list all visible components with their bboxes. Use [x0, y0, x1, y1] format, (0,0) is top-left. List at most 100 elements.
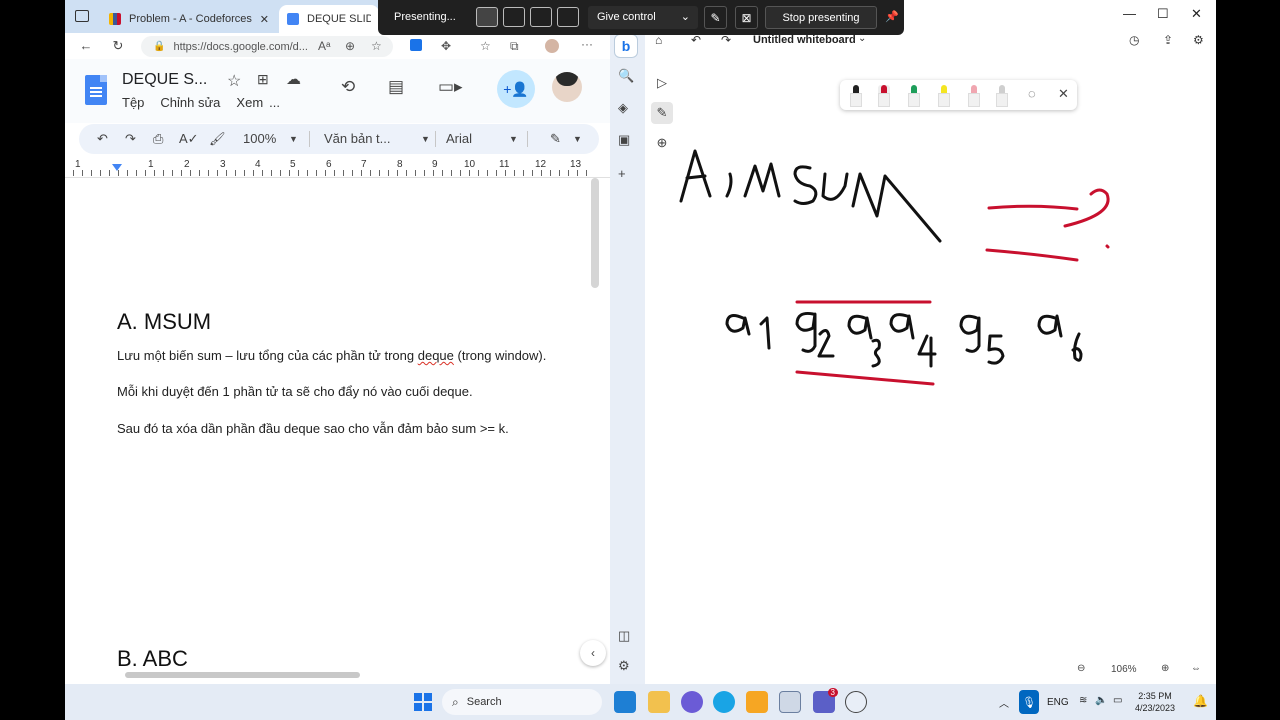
chevron-down-icon[interactable]: ▼	[509, 134, 518, 144]
close-icon[interactable]: ✕	[1191, 6, 1202, 22]
annotate-icon[interactable]: ✎	[704, 6, 727, 29]
redo-icon[interactable]: ↷	[721, 33, 731, 47]
back-icon[interactable]: ←	[75, 38, 97, 53]
microphone-icon[interactable]: 🎙	[1019, 690, 1039, 714]
bing-chat-icon[interactable]: b	[614, 34, 638, 58]
zoom-out-icon[interactable]: ⊖	[1077, 663, 1085, 674]
star-icon[interactable]: ☆	[227, 71, 241, 91]
file-explorer-icon[interactable]	[648, 691, 670, 713]
menu-more[interactable]: ...	[269, 95, 280, 110]
green-pen-icon[interactable]	[908, 85, 920, 107]
give-control-dropdown[interactable]: Give control ⌄	[588, 6, 698, 29]
favorites-icon[interactable]: ☆	[480, 39, 491, 53]
fit-screen-icon[interactable]: ⇔	[1191, 663, 1201, 674]
redo-icon[interactable]: ↷	[125, 131, 136, 147]
red-pen-icon[interactable]	[878, 85, 890, 107]
layout-standout-icon[interactable]	[503, 7, 525, 27]
chevron-down-icon[interactable]: ▼	[573, 134, 582, 144]
clock[interactable]: 2:35 PM 4/23/2023	[1135, 690, 1175, 714]
puzzle-icon[interactable]: ✥	[441, 39, 451, 53]
undo-icon[interactable]: ↶	[691, 33, 701, 47]
comments-icon[interactable]: ▤	[388, 77, 404, 97]
eraser-icon[interactable]	[968, 85, 980, 107]
editing-mode-icon[interactable]: ✎	[550, 131, 561, 147]
stop-presenting-button[interactable]: Stop presenting	[765, 6, 877, 29]
language-indicator[interactable]: ENG	[1047, 697, 1069, 708]
timer-icon[interactable]: ◷	[1129, 33, 1139, 47]
black-pen-icon[interactable]	[850, 85, 862, 107]
visual-studio-icon[interactable]	[681, 691, 703, 713]
yellow-highlighter-icon[interactable]	[938, 85, 950, 107]
undo-icon[interactable]: ↶	[97, 131, 108, 147]
whiteboard-app-icon[interactable]	[779, 691, 801, 713]
docs-logo-icon[interactable]	[85, 75, 107, 105]
vscode-icon[interactable]	[614, 691, 636, 713]
read-aloud-icon[interactable]: Aᵃ	[318, 39, 330, 53]
paint-format-icon[interactable]: 🖌	[209, 131, 226, 147]
menu-file[interactable]: Tệp	[122, 95, 144, 110]
profile-icon[interactable]	[545, 39, 559, 53]
minimize-icon[interactable]: —	[1123, 6, 1136, 21]
style-select[interactable]: Văn bản t...	[324, 131, 391, 146]
vertical-scrollbar[interactable]	[591, 178, 599, 288]
maximize-icon[interactable]: ☐	[1157, 6, 1169, 22]
misspelled-word[interactable]: deque	[418, 348, 454, 363]
chevron-up-icon[interactable]: ︿	[999, 695, 1009, 710]
home-icon[interactable]: ⌂	[655, 33, 662, 47]
add-sidebar-icon[interactable]: +	[618, 166, 626, 181]
ruler-tool-icon[interactable]	[996, 85, 1008, 107]
print-icon[interactable]: ⎙	[153, 131, 163, 147]
settings-icon[interactable]: ⚙	[618, 658, 630, 674]
games-icon[interactable]: ◈	[618, 100, 628, 116]
close-tab-icon[interactable]: ✕	[260, 13, 269, 26]
whiteboard-canvas[interactable]	[645, 56, 1216, 684]
extension-icon[interactable]	[410, 39, 422, 51]
menu-edit[interactable]: Chỉnh sửa	[160, 95, 220, 110]
layout-reporter-icon[interactable]	[557, 7, 579, 27]
collections-icon[interactable]: ⧉	[510, 39, 519, 54]
tab-codeforces[interactable]: Problem - A - Codeforces ✕	[101, 5, 277, 33]
indent-marker[interactable]	[112, 164, 122, 171]
settings-icon[interactable]: ⚙	[1193, 33, 1204, 47]
refresh-icon[interactable]: ↻	[107, 38, 129, 54]
more-icon[interactable]: ···	[581, 37, 593, 51]
zoom-in-icon[interactable]: ⊕	[1161, 663, 1169, 674]
zoom-icon[interactable]: ⊕	[345, 39, 355, 53]
battery-icon[interactable]: ▭	[1113, 695, 1122, 706]
font-select[interactable]: Arial	[446, 131, 472, 146]
share-icon[interactable]: ⇪	[1163, 33, 1173, 47]
chevron-down-icon[interactable]: ▼	[421, 134, 430, 144]
share-button[interactable]: +👤	[497, 70, 535, 108]
document-page[interactable]: A. MSUM Lưu một biến sum – lưu tổng của …	[65, 178, 610, 684]
spellcheck-icon[interactable]: A✓	[179, 131, 199, 147]
chevron-down-icon[interactable]: ▼	[289, 134, 298, 144]
move-folder-icon[interactable]: ⊞	[257, 71, 269, 88]
teams-icon[interactable]: 3	[813, 688, 838, 713]
wifi-icon[interactable]: ≋	[1079, 695, 1087, 706]
search-icon[interactable]: 🔍	[618, 68, 634, 84]
meet-icon[interactable]: ▭▸	[438, 77, 463, 97]
history-icon[interactable]: ⟲	[341, 77, 355, 97]
zoom-select[interactable]: 100%	[243, 131, 276, 146]
app-icon[interactable]	[746, 691, 768, 713]
layout-side-by-side-icon[interactable]	[530, 7, 552, 27]
favorite-icon[interactable]: ☆	[371, 39, 382, 53]
whiteboard-title[interactable]: Untitled whiteboard	[753, 34, 856, 46]
url-field[interactable]: 🔒 https://docs.google.com/d...	[141, 36, 393, 57]
horizontal-scrollbar[interactable]	[125, 672, 360, 678]
obs-icon[interactable]	[845, 691, 867, 713]
edge-icon[interactable]	[713, 691, 735, 713]
avatar[interactable]	[552, 72, 582, 102]
notifications-icon[interactable]: 🔔	[1193, 694, 1208, 708]
volume-icon[interactable]: 🔈	[1095, 695, 1107, 706]
office-icon[interactable]: ▣	[618, 132, 630, 148]
pin-icon[interactable]: 📌	[885, 10, 899, 23]
document-title[interactable]: DEQUE S...	[122, 71, 207, 89]
windows-start-icon[interactable]	[414, 693, 432, 711]
tab-deque-docs[interactable]: DEQUE SLIDING W	[279, 5, 379, 33]
taskbar-search[interactable]: ⌕ Search	[442, 689, 602, 715]
lasso-icon[interactable]: ◌	[1028, 86, 1036, 101]
close-icon[interactable]: ✕	[1058, 86, 1069, 102]
sidebar-toggle-icon[interactable]: ◫	[618, 628, 630, 644]
menu-view[interactable]: Xem	[236, 95, 263, 110]
